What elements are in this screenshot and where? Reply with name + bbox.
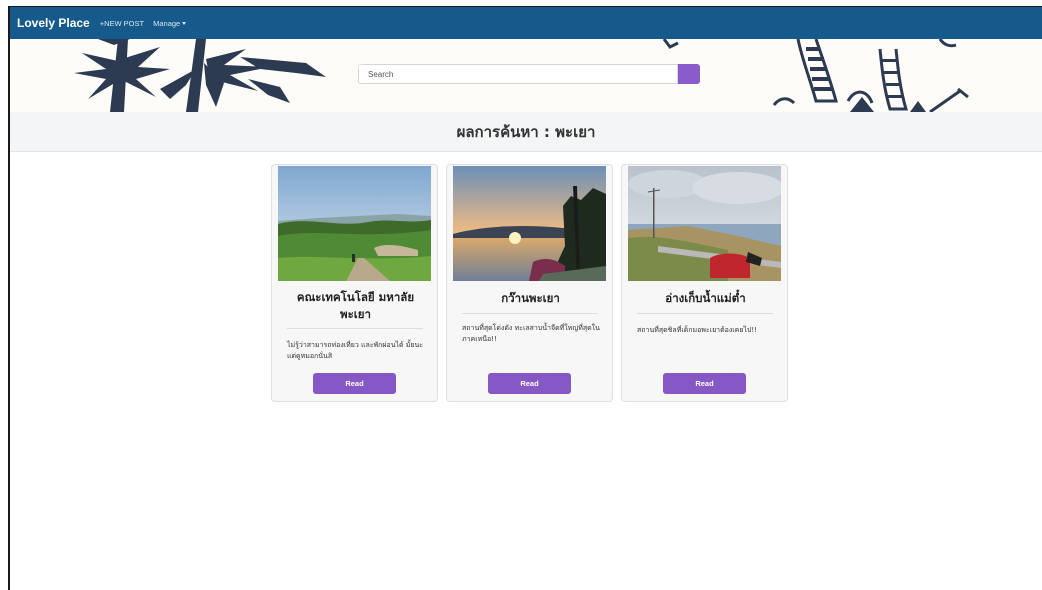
nav-new-post-label: +NEW POST	[99, 18, 145, 28]
nav-manage-label: Manage	[153, 18, 181, 28]
card-title: กว๊านพะเยา	[501, 291, 560, 305]
card-divider	[637, 313, 773, 314]
card-description: สถานที่สุดโด่งดัง ทะเลสาบน้ำจืดที่ใหญ่ที…	[462, 324, 600, 343]
search-button[interactable]	[358, 64, 700, 84]
card-title: คณะเทคโนโลยี มหาลัย พะเยา	[296, 290, 415, 321]
nav-new-post-link[interactable]: +NEW POST	[100, 19, 144, 28]
card-description: สถานที่สุดชิลที่เด็กมอพะเยาต้องเคยไป!!	[637, 326, 758, 334]
search-results-header: ผลการค้นหา : พะเยา	[10, 112, 1042, 152]
card-divider	[287, 328, 423, 329]
read-button[interactable]: Read	[313, 373, 396, 394]
place-card: กว๊านพะเยา สถานที่สุดโด่งดัง ทะเลสาบน้ำจ…	[446, 164, 613, 402]
place-card: คณะเทคโนโลยี มหาลัย พะเยา ไม่รู้ว่าสามาร…	[271, 164, 438, 402]
place-photo-reservoir	[628, 166, 781, 281]
read-button[interactable]: Read	[663, 373, 746, 394]
search-input[interactable]	[358, 64, 678, 84]
hero-banner	[10, 39, 1042, 112]
place-card: อ่างเก็บน้ำแม่ต๋ำ สถานที่สุดชิลที่เด็กมอ…	[621, 164, 788, 402]
card-divider	[462, 313, 598, 314]
search-icon	[358, 64, 367, 73]
card-description: ไม่รู้ว่าสามารถท่องเที่ยว และพักผ่อนได้ …	[287, 341, 424, 360]
page-title: ผลการค้นหา : พะเยา	[456, 122, 596, 141]
navbar: Lovely Place +NEW POST Manage	[10, 7, 1042, 39]
read-button[interactable]: Read	[488, 373, 571, 394]
search-bar	[358, 64, 700, 84]
nav-manage-dropdown[interactable]: Manage	[153, 18, 187, 28]
place-photo-kwan-phayao	[453, 166, 606, 281]
place-photo-university	[278, 166, 431, 281]
brand-logo[interactable]: Lovely Place	[17, 16, 90, 30]
card-title: อ่างเก็บน้ำแม่ต๋ำ	[665, 291, 746, 305]
chevron-down-icon	[182, 21, 187, 25]
